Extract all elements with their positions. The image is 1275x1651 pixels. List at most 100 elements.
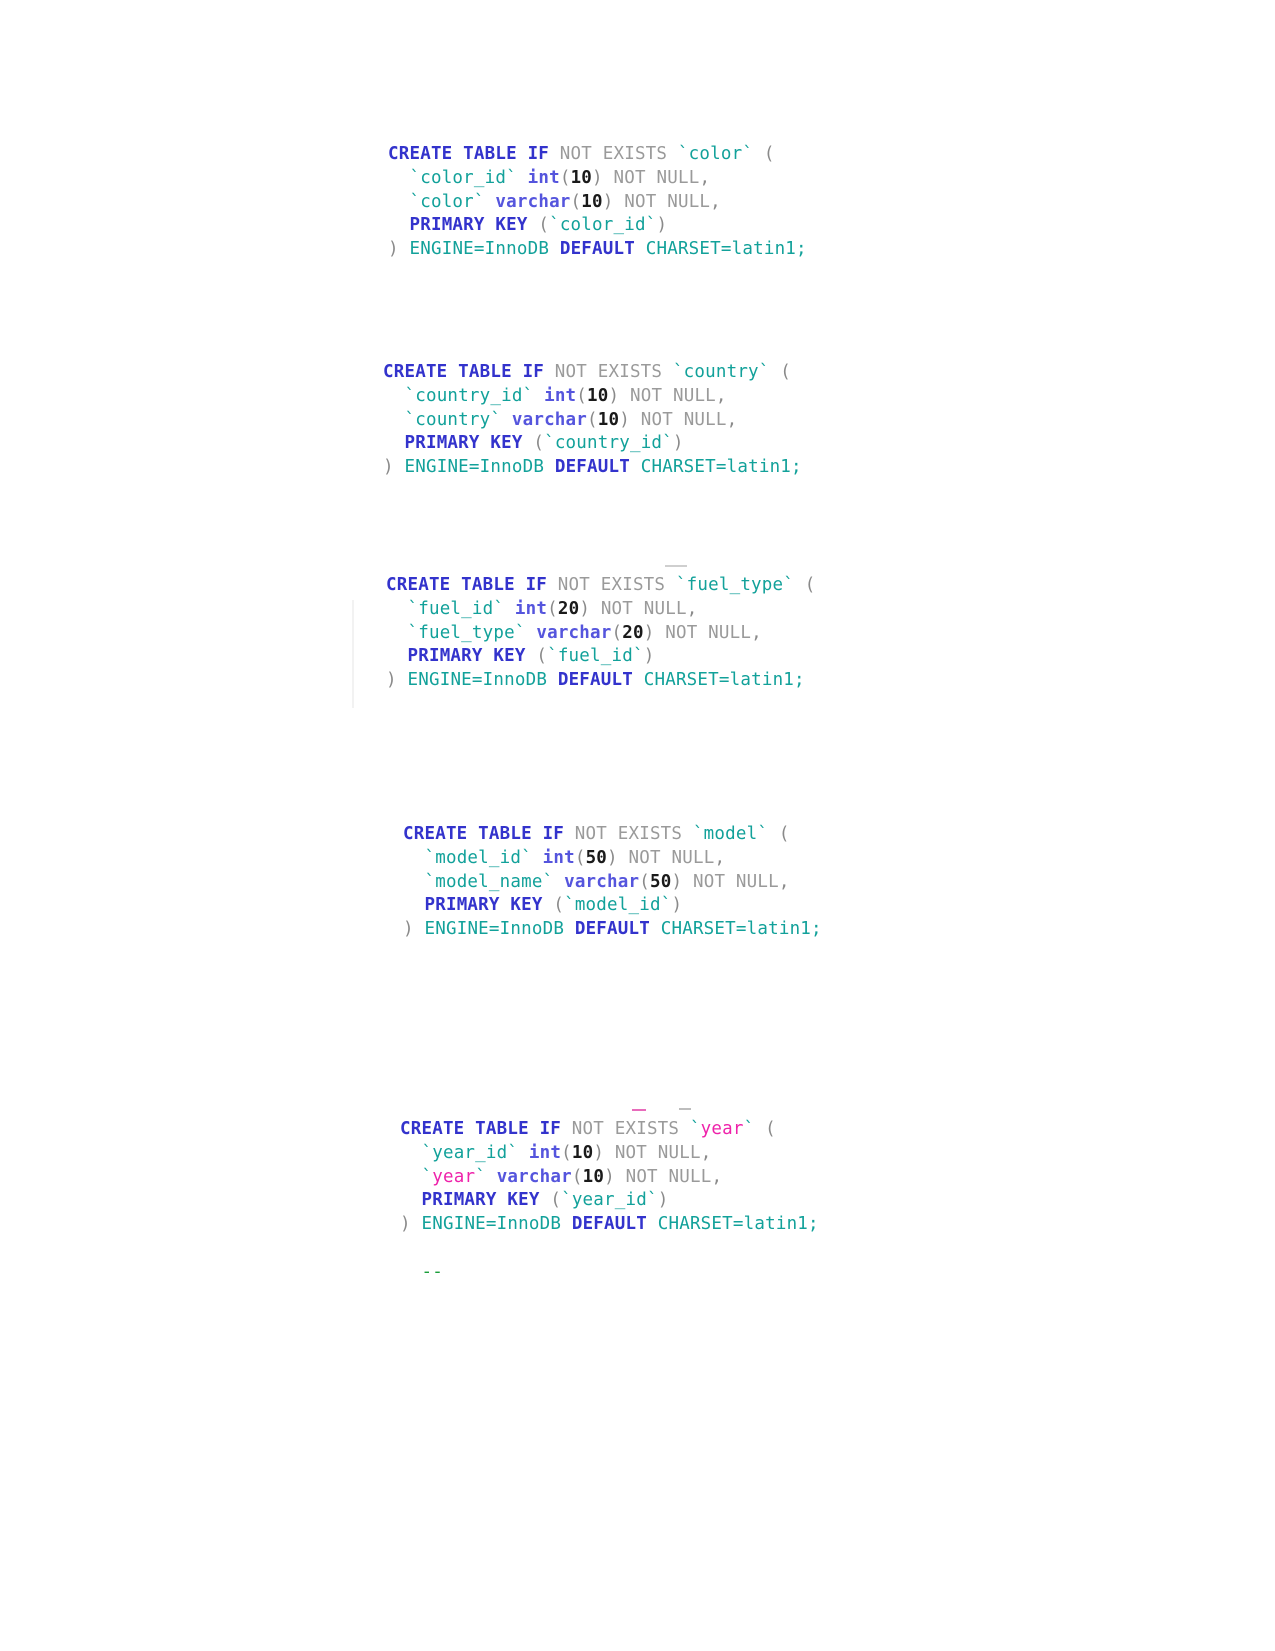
token-punc: (	[570, 191, 582, 212]
token-punc	[518, 1143, 529, 1163]
token-punc: (	[522, 433, 545, 454]
token-punc: (	[804, 575, 816, 595]
token-punc: (	[571, 1166, 583, 1187]
token-punc: (	[587, 409, 598, 430]
token-punc	[635, 239, 646, 259]
token-punc	[753, 144, 764, 164]
token-semi: ;	[796, 239, 807, 260]
token-punc	[665, 575, 676, 595]
token-punc	[549, 144, 560, 164]
create-table-model[interactable]: CREATE TABLE IF NOT EXISTS `model` ( `mo…	[403, 823, 822, 942]
code-line: PRIMARY KEY (`color_id`)	[388, 214, 807, 238]
code-line: CREATE TABLE IF NOT EXISTS `color` (	[388, 143, 807, 167]
code-line: `color` varchar(10) NOT NULL,	[388, 191, 807, 215]
code-line: `fuel_type` varchar(20) NOT NULL,	[386, 622, 816, 646]
token-punc	[615, 1167, 626, 1187]
token-kw: PRIMARY KEY	[404, 433, 523, 454]
token-punc: (	[611, 622, 623, 643]
create-table-fuel-type[interactable]: CREATE TABLE IF NOT EXISTS `fuel_type` (…	[386, 574, 816, 693]
token-punc: )	[386, 670, 397, 691]
token-engine: CHARSET=latin1	[645, 239, 797, 260]
token-punc: )	[672, 433, 684, 454]
token-ident: `model_name`	[424, 871, 554, 892]
token-punc: )	[607, 847, 618, 868]
token-punc: )	[388, 239, 399, 260]
token-ident: `country`	[404, 409, 502, 430]
token-kw-plain: NOT EXISTS	[571, 1119, 680, 1139]
token-punc: ,	[778, 871, 790, 892]
token-kw-plain: NOT NULL	[625, 1166, 712, 1187]
token-punc	[388, 192, 409, 212]
token-ident: `fuel_id`	[547, 646, 644, 667]
token-punc: (	[763, 144, 775, 164]
token-punc: )	[619, 409, 630, 430]
token-punc	[414, 919, 425, 939]
token-punc	[399, 239, 410, 259]
token-kw: CREATE TABLE IF	[383, 362, 545, 382]
token-punc: (	[559, 167, 571, 188]
token-punc	[768, 824, 779, 844]
token-punc	[517, 168, 528, 188]
code-line: ) ENGINE=InnoDB DEFAULT CHARSET=latin1;	[388, 238, 807, 262]
token-ident: `color`	[677, 144, 754, 164]
page-root: { "document": { "kind": "sql-schema-list…	[0, 0, 1275, 1651]
token-punc: (	[525, 646, 548, 667]
token-punc	[397, 670, 408, 690]
token-punc	[754, 1119, 765, 1139]
code-line: `fuel_id` int(20) NOT NULL,	[386, 598, 816, 622]
token-punc: )	[592, 167, 603, 188]
token-punc	[590, 599, 601, 619]
token-num: 20	[622, 622, 644, 643]
token-punc	[794, 575, 805, 595]
token-type: int	[542, 847, 575, 868]
token-punc	[630, 457, 641, 477]
token-ident: `fuel_type`	[407, 622, 526, 643]
token-num: 20	[557, 598, 580, 619]
token-punc: )	[643, 646, 655, 667]
token-ident: `fuel_type`	[675, 575, 795, 595]
token-type: varchar	[511, 409, 588, 430]
token-punc	[486, 1167, 497, 1187]
token-punc	[547, 575, 558, 595]
code-line: CREATE TABLE IF NOT EXISTS `country` (	[383, 361, 802, 385]
token-punc	[549, 239, 560, 259]
token-punc	[526, 623, 537, 643]
token-punc	[654, 623, 665, 643]
token-ident-sp: year	[700, 1119, 744, 1139]
token-ident: `country`	[672, 362, 770, 382]
create-table-year[interactable]: CREATE TABLE IF NOT EXISTS `year` ( `yea…	[400, 1118, 819, 1285]
token-ident: `	[743, 1119, 755, 1139]
token-kw-plain: NOT NULL	[613, 167, 700, 188]
token-kw-plain: NOT NULL	[600, 598, 687, 619]
token-punc: (	[639, 871, 650, 892]
token-punc	[501, 410, 512, 430]
token-ident: `fuel_id`	[407, 598, 505, 619]
token-punc	[403, 872, 424, 892]
create-table-country[interactable]: CREATE TABLE IF NOT EXISTS `country` ( `…	[383, 361, 802, 480]
token-punc: ,	[711, 1166, 723, 1187]
token-ident: `	[689, 1119, 701, 1139]
token-punc: )	[579, 598, 591, 619]
token-ident: `model_id`	[424, 847, 532, 868]
token-punc: ,	[714, 847, 726, 868]
token-punc: )	[656, 215, 668, 236]
token-kw-plain: NOT EXISTS	[574, 824, 683, 844]
token-punc: )	[608, 385, 620, 406]
scan-mark-year-b-icon	[679, 1108, 691, 1110]
token-punc	[619, 386, 630, 406]
token-punc: )	[657, 1190, 669, 1211]
token-punc	[603, 168, 614, 188]
token-engine: ENGINE=InnoDB	[404, 457, 545, 478]
token-punc	[386, 623, 407, 643]
token-punc	[667, 144, 678, 164]
token-punc: (	[547, 598, 558, 619]
create-table-color[interactable]: CREATE TABLE IF NOT EXISTS `color` ( `co…	[388, 143, 807, 262]
token-punc	[618, 848, 629, 868]
token-engine: ENGINE=InnoDB	[409, 239, 550, 260]
code-line: PRIMARY KEY (`country_id`)	[383, 432, 802, 456]
token-kw-plain: NOT NULL	[624, 191, 711, 212]
token-num: 10	[582, 1166, 605, 1187]
scan-mark-year-a-icon	[632, 1109, 646, 1111]
token-punc	[400, 1190, 421, 1210]
